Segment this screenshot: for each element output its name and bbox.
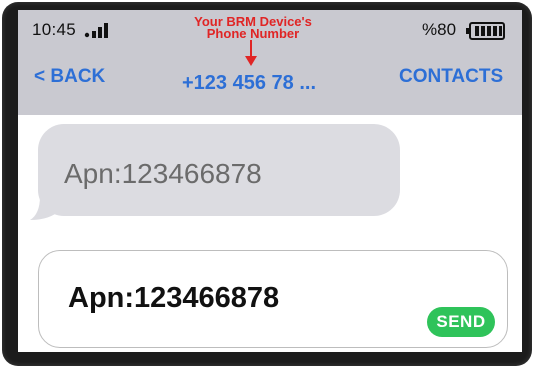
arrow-down-icon <box>245 40 257 66</box>
battery-icon <box>466 22 505 40</box>
message-input-value[interactable]: Apn:123466878 <box>68 282 279 315</box>
annotation-line-2: Phone Number <box>206 26 300 41</box>
message-text: Apn:123466878 <box>64 158 262 189</box>
signal-icon <box>84 23 108 38</box>
device-number-annotation: Your BRM Device's Phone Number <box>168 15 338 41</box>
bubble-tail <box>30 196 60 220</box>
phone-screen: 10:45 %80 Your BRM Device's Phone Number… <box>18 10 522 352</box>
contact-phone-number: +123 456 78 ... <box>182 72 317 94</box>
send-button[interactable]: SEND <box>427 307 495 337</box>
status-time: 10:45 <box>32 20 77 39</box>
contacts-button[interactable]: CONTACTS <box>399 66 503 88</box>
back-button[interactable]: < BACK <box>34 66 105 88</box>
battery-percentage: %80 <box>422 20 457 39</box>
